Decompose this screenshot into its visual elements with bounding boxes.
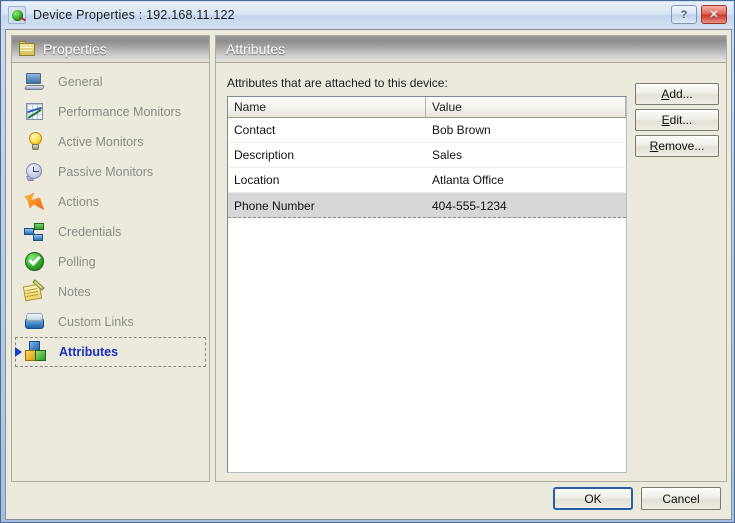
cell-name: Location (234, 173, 280, 187)
edit-button-accel: E (661, 113, 670, 127)
column-header-value[interactable]: Value (426, 97, 626, 117)
sidebar-item-label: Attributes (59, 345, 119, 359)
sidebar-item-general[interactable]: General (12, 67, 209, 97)
lightning-bolt-icon (24, 191, 46, 213)
table-header-row: Name Value (228, 97, 626, 118)
ok-button[interactable]: OK (553, 487, 633, 510)
help-button[interactable]: ? (671, 5, 697, 24)
colored-cubes-icon (25, 341, 47, 363)
sidebar-title: Properties (43, 41, 107, 57)
cell-name: Description (234, 148, 295, 162)
cancel-button[interactable]: Cancel (641, 487, 721, 510)
attribute-action-buttons: Add... Edit... Remove... (635, 83, 719, 161)
edit-button[interactable]: Edit... (635, 109, 719, 131)
title-bar: Device Properties : 192.168.11.122 ? ✕ (2, 2, 733, 28)
sidebar-item-polling[interactable]: Polling (12, 247, 209, 277)
remove-button-label: emove... (658, 139, 705, 153)
device-globe-icon (8, 6, 27, 24)
cell-name: Contact (234, 123, 276, 137)
sidebar-header: Properties (12, 36, 209, 63)
sidebar-item-actions[interactable]: Actions (12, 187, 209, 217)
window-title: Device Properties : 192.168.11.122 (33, 8, 235, 22)
attributes-table[interactable]: Name Value Contact Bob Brown Description… (227, 96, 627, 473)
folder-icon (19, 40, 35, 56)
cell-value: Sales (432, 148, 463, 162)
sidebar-item-passive-monitors[interactable]: Passive Monitors (12, 157, 209, 187)
sidebar-item-performance-monitors[interactable]: Performance Monitors (12, 97, 209, 127)
clock-icon (24, 161, 46, 183)
table-row[interactable]: Phone Number 404-555-1234 (228, 193, 626, 218)
panel-caption: Attributes that are attached to this dev… (227, 76, 448, 90)
device-properties-window: Device Properties : 192.168.11.122 ? ✕ P… (0, 0, 735, 523)
table-row[interactable]: Location Atlanta Office (228, 168, 626, 193)
sidebar-item-label: Actions (58, 195, 99, 209)
panel-header: Attributes (216, 36, 726, 63)
sidebar-item-label: Notes (58, 285, 91, 299)
sidebar-item-label: General (58, 75, 103, 89)
title-bar-buttons: ? ✕ (671, 5, 727, 24)
sidebar-item-list: General Performance Monitors Active Moni… (12, 63, 209, 367)
network-nodes-icon (24, 221, 46, 243)
selection-arrow-icon (15, 347, 22, 357)
close-button[interactable]: ✕ (701, 5, 727, 24)
add-button-label: dd... (669, 87, 693, 101)
table-row[interactable]: Description Sales (228, 143, 626, 168)
sidebar-item-label: Active Monitors (58, 135, 144, 149)
sidebar-item-custom-links[interactable]: Custom Links (12, 307, 209, 337)
sidebar-item-label: Credentials (58, 225, 122, 239)
edit-button-label: dit... (669, 113, 693, 127)
column-header-name[interactable]: Name (228, 97, 426, 117)
cell-value: Bob Brown (432, 123, 491, 137)
add-button[interactable]: Add... (635, 83, 719, 105)
dialog-footer: OK Cancel (553, 487, 721, 510)
monitor-icon (24, 71, 46, 93)
cell-value: Atlanta Office (432, 173, 504, 187)
add-button-accel: A (661, 87, 670, 101)
link-database-icon (24, 311, 46, 333)
sidebar-item-notes[interactable]: Notes (12, 277, 209, 307)
cell-name: Phone Number (234, 198, 315, 213)
properties-sidebar: Properties General Performance Monitors (11, 35, 210, 482)
sidebar-item-label: Performance Monitors (58, 105, 181, 119)
page-title: Attributes (226, 41, 286, 57)
notepad-pencil-icon (22, 279, 46, 303)
sidebar-item-active-monitors[interactable]: Active Monitors (12, 127, 209, 157)
sidebar-item-label: Custom Links (58, 315, 134, 329)
remove-button[interactable]: Remove... (635, 135, 719, 157)
remove-button-accel: R (649, 139, 659, 153)
sidebar-item-label: Polling (58, 255, 96, 269)
attributes-panel: Attributes Attributes that are attached … (215, 35, 727, 482)
green-check-icon (24, 251, 46, 273)
client-area: Properties General Performance Monitors (5, 29, 732, 520)
sidebar-item-attributes[interactable]: Attributes (15, 337, 206, 367)
sidebar-item-credentials[interactable]: Credentials (12, 217, 209, 247)
table-row[interactable]: Contact Bob Brown (228, 118, 626, 143)
sidebar-item-label: Passive Monitors (58, 165, 154, 179)
lightbulb-icon (24, 131, 46, 153)
cell-value: 404-555-1234 (432, 198, 507, 213)
chart-grid-icon (24, 101, 46, 123)
